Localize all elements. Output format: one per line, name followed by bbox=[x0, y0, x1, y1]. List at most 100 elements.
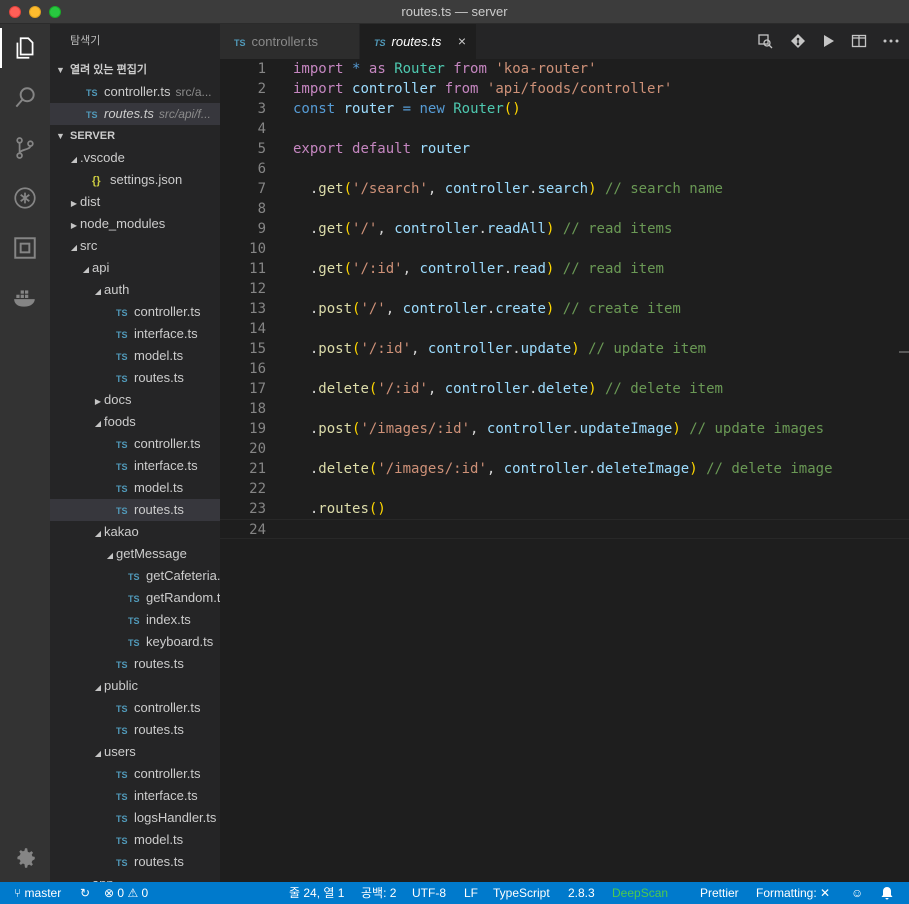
extensions-icon[interactable] bbox=[0, 228, 50, 268]
tree-file[interactable]: TS interface.ts bbox=[50, 323, 220, 345]
code-editor[interactable]: 1 import * as Router from 'koa-router' 2 im… bbox=[220, 59, 909, 882]
tree-folder[interactable]: ◢ users bbox=[50, 741, 220, 763]
indentation[interactable]: 공백: 2 bbox=[361, 882, 396, 904]
tree-file[interactable]: {} settings.json bbox=[50, 169, 220, 191]
tree-file[interactable]: TS model.ts bbox=[50, 345, 220, 367]
tree-folder[interactable]: ▶ dist bbox=[50, 191, 220, 213]
tree-folder[interactable]: ◢ getMessage bbox=[50, 543, 220, 565]
prettier-status[interactable]: Prettier bbox=[700, 882, 739, 904]
code-line[interactable]: 2 import controller from 'api/foods/contr… bbox=[220, 79, 909, 99]
code-line[interactable]: 19 .post('/images/:id', controller.updat… bbox=[220, 419, 909, 439]
settings-gear-icon[interactable] bbox=[0, 838, 50, 878]
language-mode[interactable]: TypeScript bbox=[493, 882, 550, 904]
code-line[interactable]: 15 .post('/:id', controller.update) // u… bbox=[220, 339, 909, 359]
code-line[interactable]: 14 bbox=[220, 319, 909, 339]
tree-folder[interactable]: ◢ .vscode bbox=[50, 147, 220, 169]
run-icon[interactable] bbox=[818, 31, 838, 51]
tree-file[interactable]: TS model.ts bbox=[50, 477, 220, 499]
code-line[interactable]: 1 import * as Router from 'koa-router' bbox=[220, 59, 909, 79]
tree-folder[interactable]: ◢ src bbox=[50, 235, 220, 257]
code-line[interactable]: 17 .delete('/:id', controller.delete) //… bbox=[220, 379, 909, 399]
tree-file[interactable]: TS index.ts bbox=[50, 609, 220, 631]
feedback-smiley-icon[interactable]: ☺ bbox=[851, 882, 863, 904]
code-line[interactable]: 16 bbox=[220, 359, 909, 379]
code-line[interactable]: 18 bbox=[220, 399, 909, 419]
tree-file[interactable]: TS routes.ts bbox=[50, 719, 220, 741]
code-line[interactable]: 21 .delete('/images/:id', controller.del… bbox=[220, 459, 909, 479]
end-of-line[interactable]: LF bbox=[464, 882, 478, 904]
code-line[interactable]: 23 .routes() bbox=[220, 499, 909, 519]
code-line[interactable]: 6 bbox=[220, 159, 909, 179]
sync-icon[interactable]: ↻ bbox=[80, 882, 90, 904]
split-editor-icon[interactable] bbox=[849, 31, 869, 51]
code-line[interactable]: 3 const router = new Router() bbox=[220, 99, 909, 119]
code-line[interactable]: 4 bbox=[220, 119, 909, 139]
code-line[interactable]: 12 bbox=[220, 279, 909, 299]
code-line[interactable]: 8 bbox=[220, 199, 909, 219]
tree-item-label: logsHandler.ts bbox=[134, 810, 217, 825]
tree-file[interactable]: TS interface.ts bbox=[50, 455, 220, 477]
tree-file[interactable]: TS logsHandler.ts bbox=[50, 807, 220, 829]
code-line[interactable]: 20 bbox=[220, 439, 909, 459]
tab-controller-ts[interactable]: TS controller.ts bbox=[220, 24, 360, 59]
tree-file[interactable]: TS controller.ts bbox=[50, 433, 220, 455]
git-compare-icon[interactable] bbox=[788, 31, 808, 51]
line-number: 4 bbox=[257, 121, 266, 137]
open-editors-header[interactable]: ▼ 열려 있는 편집기 bbox=[50, 59, 220, 81]
code-line[interactable]: 13 .post('/', controller.create) // crea… bbox=[220, 299, 909, 319]
close-tab-icon[interactable]: × bbox=[458, 24, 466, 59]
tree-file[interactable]: TS keyboard.ts bbox=[50, 631, 220, 653]
tree-item-label: node_modules bbox=[80, 216, 166, 231]
tree-file[interactable]: TS routes.ts bbox=[50, 499, 220, 521]
tree-file[interactable]: TS routes.ts bbox=[50, 653, 220, 675]
cursor-position[interactable]: 줄 24, 열 1 bbox=[289, 882, 344, 904]
code-line[interactable]: 5 export default router bbox=[220, 139, 909, 159]
tree-file[interactable]: TS interface.ts bbox=[50, 785, 220, 807]
code-text: .get('/search', controller.search) // se… bbox=[293, 181, 723, 197]
code-line[interactable]: 10 bbox=[220, 239, 909, 259]
search-icon[interactable] bbox=[0, 78, 50, 118]
typescript-file-icon: TS bbox=[116, 462, 128, 472]
tab-routes-ts[interactable]: TS routes.ts × bbox=[360, 24, 476, 59]
tree-folder[interactable]: ◢ auth bbox=[50, 279, 220, 301]
tree-folder[interactable]: ◢ foods bbox=[50, 411, 220, 433]
formatting-status[interactable]: Formatting: ✕ bbox=[756, 882, 830, 904]
tree-file[interactable]: TS getRandom.ts bbox=[50, 587, 220, 609]
source-control-icon[interactable] bbox=[0, 128, 50, 168]
code-line[interactable]: 9 .get('/', controller.readAll) // read … bbox=[220, 219, 909, 239]
debug-icon[interactable] bbox=[0, 178, 50, 218]
branch-status[interactable]: ⑂ master bbox=[14, 882, 61, 904]
tree-file[interactable]: TS getCafeteria... bbox=[50, 565, 220, 587]
tree-file[interactable]: TS routes.ts bbox=[50, 851, 220, 873]
tree-file[interactable]: TS model.ts bbox=[50, 829, 220, 851]
tree-folder[interactable]: ◢ public bbox=[50, 675, 220, 697]
problems-status[interactable]: ⊗ 0 ⚠ 0 bbox=[104, 882, 148, 904]
tree-item-label: docs bbox=[104, 392, 132, 407]
explorer-icon[interactable] bbox=[0, 28, 50, 68]
open-changes-icon[interactable] bbox=[755, 31, 775, 51]
tree-folder[interactable]: ◢ api bbox=[50, 257, 220, 279]
open-editor-item[interactable]: TS controller.ts src/a... bbox=[50, 81, 220, 103]
docker-icon[interactable] bbox=[0, 278, 50, 318]
code-line[interactable]: 7 .get('/search', controller.search) // … bbox=[220, 179, 909, 199]
open-editor-item-active[interactable]: TS routes.ts src/api/f... bbox=[50, 103, 220, 125]
notifications-bell-icon[interactable] bbox=[880, 882, 894, 904]
more-actions-icon[interactable] bbox=[881, 31, 901, 51]
tree-file[interactable]: TS controller.ts bbox=[50, 301, 220, 323]
tree-folder[interactable]: ◢ kakao bbox=[50, 521, 220, 543]
project-folder-header[interactable]: ▼ SERVER bbox=[50, 125, 220, 147]
tree-folder[interactable]: ▶ docs bbox=[50, 389, 220, 411]
deepscan-status[interactable]: DeepScan bbox=[612, 882, 668, 904]
tree-file[interactable]: TS controller.ts bbox=[50, 763, 220, 785]
encoding[interactable]: UTF-8 bbox=[412, 882, 446, 904]
typescript-version[interactable]: 2.8.3 bbox=[568, 882, 595, 904]
tree-item-label: index.ts bbox=[146, 612, 191, 627]
tree-folder[interactable]: ▶ node_modules bbox=[50, 213, 220, 235]
scrollbar-marker[interactable] bbox=[899, 351, 909, 353]
tree-folder[interactable]: ▶app bbox=[50, 873, 220, 882]
tree-file[interactable]: TS routes.ts bbox=[50, 367, 220, 389]
tree-file[interactable]: TS controller.ts bbox=[50, 697, 220, 719]
code-line[interactable]: 11 .get('/:id', controller.read) // read… bbox=[220, 259, 909, 279]
code-line[interactable]: 24 bbox=[220, 519, 909, 539]
code-line[interactable]: 22 bbox=[220, 479, 909, 499]
